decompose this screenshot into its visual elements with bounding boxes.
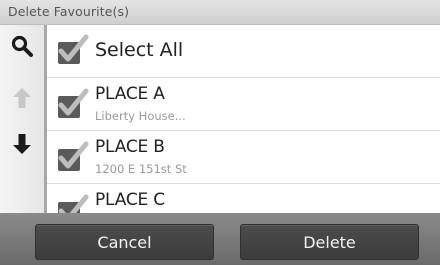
page-title: Delete Favourite(s) bbox=[8, 4, 130, 19]
scroll-up-button[interactable] bbox=[5, 83, 39, 113]
checkmark-icon bbox=[58, 34, 89, 64]
title-bar: Delete Favourite(s) bbox=[0, 0, 440, 25]
checkmark-icon bbox=[58, 194, 89, 213]
place-name: PLACE B bbox=[95, 137, 165, 157]
delete-button[interactable]: Delete bbox=[240, 224, 419, 260]
select-all-label: Select All bbox=[95, 39, 184, 61]
select-all-checkbox[interactable] bbox=[55, 34, 89, 68]
item-checkbox[interactable] bbox=[55, 141, 89, 175]
search-icon bbox=[10, 34, 34, 58]
checkmark-icon bbox=[58, 141, 89, 171]
list-item[interactable]: PLACE C bbox=[47, 184, 440, 213]
checkmark-icon bbox=[58, 88, 89, 118]
arrow-up-icon bbox=[11, 86, 33, 110]
place-name: PLACE A bbox=[95, 84, 165, 104]
sidebar bbox=[0, 25, 47, 213]
place-address: 1200 E 151st St bbox=[95, 162, 187, 176]
favourites-list[interactable]: Select All PLACE A Liberty House... PLAC… bbox=[47, 25, 440, 213]
delete-favourites-screen: Delete Favourite(s) Select All PLACE A L… bbox=[0, 0, 440, 265]
arrow-down-icon bbox=[11, 132, 33, 156]
select-all-row[interactable]: Select All bbox=[47, 25, 440, 78]
list-item[interactable]: PLACE A Liberty House... bbox=[47, 78, 440, 131]
list-item[interactable]: PLACE B 1200 E 151st St bbox=[47, 131, 440, 184]
search-button[interactable] bbox=[5, 31, 39, 61]
place-address: Liberty House... bbox=[95, 109, 186, 123]
scroll-down-button[interactable] bbox=[5, 129, 39, 159]
cancel-button[interactable]: Cancel bbox=[35, 224, 214, 260]
item-checkbox[interactable] bbox=[55, 88, 89, 122]
item-checkbox[interactable] bbox=[55, 194, 89, 213]
action-bar: Cancel Delete bbox=[0, 213, 440, 265]
place-name: PLACE C bbox=[95, 190, 165, 210]
